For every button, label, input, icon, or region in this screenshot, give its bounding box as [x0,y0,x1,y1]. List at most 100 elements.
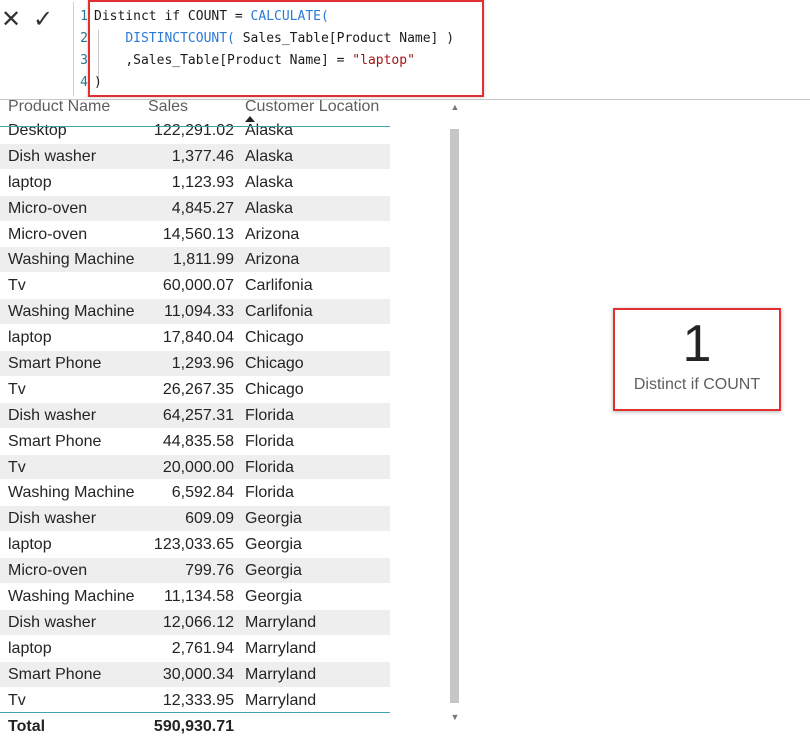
table-row[interactable]: Dish washer 12,066.12 Marryland [0,609,390,636]
line-number: 1 [80,9,88,24]
cell-sales: 64,257.31 [162,406,234,424]
total-sales: 590,930.71 [153,718,234,735]
cell-customer-location: Chicago [245,329,304,347]
cell-sales: 11,134.58 [164,588,234,606]
table-row[interactable]: Micro-oven 14,560.13 Arizona [0,222,390,248]
cell-product-name: Desktop [8,122,67,139]
table-row[interactable]: Micro-oven 799.76 Georgia [0,558,390,585]
dax-code[interactable]: Distinct if COUNT = CALCULATE( DISTINCTC… [94,6,454,94]
dax-editor[interactable]: 1 2 3 4 Distinct if COUNT = CALCULATE( D… [74,0,810,100]
checkmark-icon[interactable]: ✓ [32,8,54,32]
card-value: 1 [682,315,712,373]
cell-customer-location: Arizona [245,225,300,243]
cell-product-name: laptop [8,639,52,657]
cell-sales: 4,845.27 [171,199,234,217]
cell-product-name: Smart Phone [8,432,102,450]
table-row[interactable]: Tv 12,333.95 Marryland [0,688,390,711]
cell-sales: 17,840.04 [162,329,234,347]
table-row[interactable]: Washing Machine 6,592.84 Florida [0,480,390,507]
table-row[interactable]: Smart Phone 44,835.58 Florida [0,429,390,455]
table-body: Desktop 122,291.02 Alaska Dish washer 1,377.… [0,118,390,711]
scroll-up-icon[interactable]: ▲ [449,102,461,112]
cell-customer-location: Florida [245,484,294,502]
cell-customer-location: Carlifonia [245,277,313,295]
table-row[interactable]: Dish washer 609.09 Georgia [0,506,390,533]
scroll-thumb[interactable] [450,129,459,703]
table-row[interactable]: Dish washer 1,377.46 Alaska [0,143,390,170]
line-number: 2 [80,31,88,46]
cell-sales: 26,267.35 [162,380,234,398]
code-line-1: Distinct if COUNT = CALCULATE( [94,6,454,28]
distinctcount-function: DISTINCTCOUNT( [125,31,235,46]
cell-sales: 1,293.96 [171,355,234,373]
cell-customer-location: Carlifonia [245,303,313,321]
cell-product-name: Dish washer [8,147,97,165]
cell-sales: 12,333.95 [162,691,234,709]
cell-customer-location: Chicago [245,355,304,373]
total-divider [0,712,390,713]
code-text: ,Sales_Table[Product Name] = [125,53,353,68]
cell-sales: 609.09 [185,510,234,528]
table-row[interactable]: Smart Phone 1,293.96 Chicago [0,351,390,377]
table-row[interactable]: Tv 60,000.07 Carlifonia [0,273,390,300]
table-row[interactable]: Dish washer 64,257.31 Florida [0,402,390,429]
cell-sales: 12,066.12 [162,613,234,631]
cell-product-name: Dish washer [8,613,97,631]
cell-sales: 30,000.34 [162,665,234,683]
close-icon[interactable]: ✕ [0,8,22,32]
table-visual[interactable]: Product Name Sales Customer Location Des… [0,99,462,741]
cell-sales: 14,560.13 [162,225,234,243]
table-row[interactable]: laptop 123,033.65 Georgia [0,532,390,559]
cell-customer-location: Arizona [245,251,300,269]
cell-product-name: laptop [8,329,52,347]
formula-bar: ✕ ✓ 1 2 3 4 Distinct if COUNT = CALCULAT… [0,0,810,100]
cell-sales: 2,761.94 [171,639,234,657]
total-label: Total [8,718,46,735]
cell-customer-location: Georgia [245,562,302,580]
table-row[interactable]: Smart Phone 30,000.34 Marryland [0,661,390,688]
code-line-4: ) [94,72,454,94]
cell-sales: 1,377.46 [171,147,234,165]
cell-customer-location: Marryland [245,639,317,657]
line-number: 4 [80,75,88,90]
table-row[interactable]: Micro-oven 4,845.27 Alaska [0,195,390,222]
cell-customer-location: Marryland [245,613,317,631]
cell-customer-location: Chicago [245,380,304,398]
cell-sales: 1,811.99 [172,251,234,269]
cell-product-name: Dish washer [8,406,97,424]
code-line-2: DISTINCTCOUNT( Sales_Table[Product Name]… [94,28,454,50]
table-row[interactable]: Washing Machine 11,134.58 Georgia [0,584,390,610]
code-text: ) [94,75,102,90]
string-literal: "laptop" [352,53,415,68]
table-row[interactable]: Tv 20,000.00 Florida [0,454,390,481]
table-row[interactable]: laptop 2,761.94 Marryland [0,636,390,662]
line-number: 3 [80,53,88,68]
cell-sales: 11,094.33 [164,303,234,321]
table-row[interactable]: Washing Machine 1,811.99 Arizona [0,247,390,274]
table-row[interactable]: Tv 26,267.35 Chicago [0,377,390,403]
measure-name: Distinct if COUNT = [94,9,251,24]
scroll-down-icon[interactable]: ▼ [449,712,461,722]
table-row[interactable]: Washing Machine 11,094.33 Carlifonia [0,299,390,326]
cell-product-name: Dish washer [8,510,97,528]
cell-customer-location: Alaska [245,122,294,139]
cell-product-name: Tv [8,380,26,398]
cell-customer-location: Alaska [245,147,294,165]
cell-customer-location: Florida [245,432,294,450]
cell-customer-location: Marryland [245,665,317,683]
line-numbers: 1 2 3 4 [74,6,88,94]
code-text: Sales_Table[Product Name] ) [234,31,455,46]
table-row[interactable]: Desktop 122,291.02 Alaska [0,118,390,144]
cell-sales: 44,835.58 [162,432,234,450]
cell-product-name: Smart Phone [8,665,102,683]
card-visual[interactable]: 1 Distinct if COUNT [613,308,781,411]
cell-sales: 60,000.07 [162,277,234,295]
cell-customer-location: Alaska [245,173,294,191]
cell-customer-location: Marryland [245,691,317,709]
cell-product-name: Micro-oven [8,562,88,580]
cell-product-name: Smart Phone [8,355,102,373]
vertical-scrollbar[interactable]: ▲ ▼ [449,102,461,724]
calculate-function: CALCULATE( [250,9,329,24]
table-row[interactable]: laptop 17,840.04 Chicago [0,325,390,352]
table-row[interactable]: laptop 1,123.93 Alaska [0,170,390,196]
